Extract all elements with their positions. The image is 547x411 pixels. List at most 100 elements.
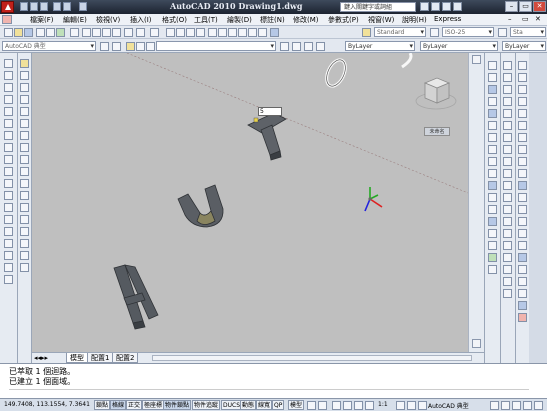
snap-toggle[interactable]: 鎖點 [94,400,111,410]
model-space-button[interactable]: 模型 [288,400,305,410]
text-style-icon[interactable] [362,28,371,37]
text-style-combo[interactable]: Standard [374,27,426,37]
loft-icon[interactable] [503,229,512,238]
sphere-icon[interactable] [503,109,512,118]
explode-icon[interactable] [20,239,29,248]
dim-edit-icon[interactable] [488,217,497,226]
camera-icon[interactable] [518,241,527,250]
mirror-icon[interactable] [20,83,29,92]
menu-edit[interactable]: 編輯(E) [63,15,87,25]
presspull-icon[interactable] [503,193,512,202]
materials-icon[interactable] [518,157,527,166]
copy-icon[interactable] [92,28,101,37]
lineweight-combo[interactable]: ByLayer [502,41,546,51]
lights-icon[interactable] [518,145,527,154]
ordinate-icon[interactable] [488,97,497,106]
scroll-up-button[interactable] [472,55,481,64]
menu-modify[interactable]: 修改(M) [293,15,319,25]
layer-lock-icon[interactable] [146,42,155,51]
3d-dwf-icon[interactable] [70,28,79,37]
tool-palettes-icon[interactable] [228,28,237,37]
viewcube-label[interactable]: 未命名 [424,127,450,136]
menu-insert[interactable]: 插入(I) [130,15,152,25]
table-icon[interactable] [4,263,13,272]
doc-minimize-button[interactable]: – [508,15,512,23]
cylinder-icon[interactable] [503,121,512,130]
circle-icon[interactable] [4,131,13,140]
vertical-scrollbar[interactable] [468,53,484,352]
auto-scale-icon[interactable] [407,401,416,410]
rectangle-icon[interactable] [4,107,13,116]
3d-wireframe-icon[interactable] [518,73,527,82]
baseline-dim-icon[interactable] [488,169,497,178]
rotate-icon[interactable] [20,131,29,140]
insert-block-icon[interactable] [4,191,13,200]
advanced-render-icon[interactable] [518,193,527,202]
steering-wheel-icon[interactable] [354,401,363,410]
redo-icon[interactable] [150,28,159,37]
annotation-visibility-icon[interactable] [396,401,405,410]
dynamic-input-toggle[interactable]: 動態 [240,400,257,410]
arc-length-icon[interactable] [488,85,497,94]
copy-object-icon[interactable] [20,71,29,80]
isolate-objects-icon[interactable] [512,401,521,410]
cut-icon[interactable] [82,28,91,37]
aligned-dim-icon[interactable] [488,73,497,82]
revolve-icon[interactable] [503,217,512,226]
extend-icon[interactable] [20,179,29,188]
layer-freeze-icon[interactable] [136,42,145,51]
paste-icon[interactable] [102,28,111,37]
polygon-icon[interactable] [4,95,13,104]
menu-tools[interactable]: 工具(T) [194,15,218,25]
extrude-icon[interactable] [503,181,512,190]
diameter-dim-icon[interactable] [488,133,497,142]
pan-icon[interactable] [166,28,175,37]
tab-layout1[interactable]: 配置1 [87,353,114,363]
dim-text-edit-icon[interactable] [488,229,497,238]
menu-view[interactable]: 檢視(V) [96,15,120,25]
help-icon[interactable] [270,28,279,37]
3d-hidden-icon[interactable] [518,85,527,94]
break-icon[interactable] [20,191,29,200]
toolbar-lock-icon[interactable] [490,401,499,410]
publish-icon[interactable] [56,28,65,37]
markup-icon[interactable] [248,28,257,37]
layer-manager-icon[interactable] [112,42,121,51]
ducs-toggle[interactable]: DUCS [221,400,243,410]
jogged-dim-icon[interactable] [488,121,497,130]
multiline-text-icon[interactable] [4,275,13,284]
hardware-acceleration-icon[interactable] [501,401,510,410]
arc-icon[interactable] [4,119,13,128]
horizontal-scrollbar[interactable] [152,355,472,361]
workspace-combo[interactable]: AutoCAD 典型 [2,41,96,51]
trim-icon[interactable] [20,167,29,176]
hatch-icon[interactable] [4,227,13,236]
document-icon[interactable] [2,15,12,24]
annotation-scale[interactable]: 1:1 [378,401,388,408]
scale-icon[interactable] [20,143,29,152]
array-icon[interactable] [20,107,29,116]
color-combo[interactable]: ByLayer [345,41,415,51]
showmotion-icon[interactable] [365,401,374,410]
dim-extra-icon[interactable] [488,265,497,274]
block-editor-icon[interactable] [124,28,133,37]
modify-extra-icon[interactable] [20,251,29,260]
zoom-previous-icon[interactable] [196,28,205,37]
materials-globe-icon[interactable] [518,301,527,310]
render-region-icon[interactable] [518,277,527,286]
continue-dim-icon[interactable] [488,181,497,190]
osnap-toggle[interactable]: 物件鎖點 [163,400,192,410]
properties-icon[interactable] [208,28,217,37]
open-icon[interactable] [14,28,23,37]
layer-state-icon[interactable] [304,42,313,51]
dim-style-toolbar-icon[interactable] [488,253,497,262]
minimize-button[interactable]: – [505,1,518,12]
free-orbit-icon[interactable] [518,217,527,226]
design-center-icon[interactable] [218,28,227,37]
ellipse-icon[interactable] [4,167,13,176]
undo-icon[interactable] [136,28,145,37]
render-icon[interactable] [518,133,527,142]
save-icon[interactable] [40,2,48,11]
conceptual-icon[interactable] [518,109,527,118]
plot-icon[interactable] [79,2,87,11]
